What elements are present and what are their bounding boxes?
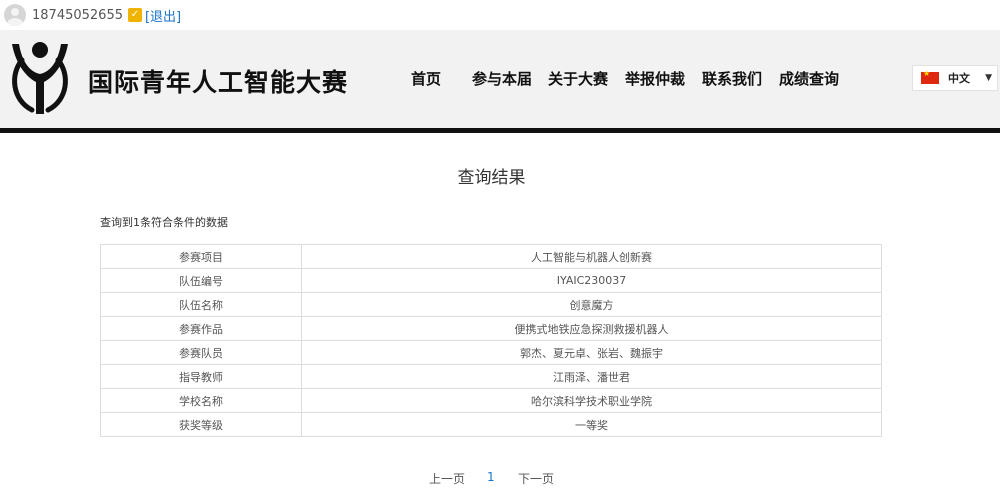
table-row: 参赛作品 便携式地铁应急探测救援机器人	[100, 316, 882, 341]
row-label: 队伍编号	[100, 268, 302, 293]
user-phone: 18745052655	[32, 7, 123, 23]
prev-page-link[interactable]: 上一页	[429, 470, 465, 487]
row-value: 江雨泽、潘世君	[301, 364, 882, 389]
language-select[interactable]: 中文 ▼	[912, 65, 998, 91]
china-flag-icon	[921, 69, 939, 84]
row-label: 参赛作品	[100, 316, 302, 341]
row-label: 学校名称	[100, 388, 302, 413]
nav-participate[interactable]: 参与本届	[472, 68, 532, 89]
nav-report[interactable]: 举报仲裁	[625, 68, 685, 89]
row-label: 参赛队员	[100, 340, 302, 365]
table-row: 队伍名称 创意魔方	[100, 292, 882, 317]
table-row: 队伍编号 IYAIC230037	[100, 268, 882, 293]
avatar-icon[interactable]	[4, 4, 26, 26]
row-value: 便携式地铁应急探测救援机器人	[301, 316, 882, 341]
site-title[interactable]: 国际青年人工智能大赛	[88, 63, 348, 99]
row-label: 参赛项目	[100, 244, 302, 269]
nav-about[interactable]: 关于大赛	[548, 68, 608, 89]
current-page[interactable]: 1	[487, 470, 495, 484]
row-label: 指导教师	[100, 364, 302, 389]
page-title: 查询结果	[457, 168, 526, 188]
nav-contact[interactable]: 联系我们	[702, 68, 762, 89]
table-row: 参赛队员 郭杰、夏元卓、张岩、魏振宇	[100, 340, 882, 365]
caret-down-icon: ▼	[985, 73, 992, 83]
nav-score-query[interactable]: 成绩查询	[779, 68, 839, 89]
next-page-link[interactable]: 下一页	[518, 470, 554, 487]
table-row: 指导教师 江雨泽、潘世君	[100, 364, 882, 389]
table-row: 获奖等级 一等奖	[100, 412, 882, 437]
result-table: 参赛项目 人工智能与机器人创新赛 队伍编号 IYAIC230037 队伍名称 创意魔方 参赛…	[100, 244, 882, 437]
table-row: 参赛项目 人工智能与机器人创新赛	[100, 244, 882, 269]
row-value: 郭杰、夏元卓、张岩、魏振宇	[301, 340, 882, 365]
table-row: 学校名称 哈尔滨科学技术职业学院	[100, 388, 882, 413]
row-value: 一等奖	[301, 412, 882, 437]
nav-home[interactable]: 首页	[411, 68, 441, 89]
row-label: 队伍名称	[100, 292, 302, 317]
row-value: 创意魔方	[301, 292, 882, 317]
header-divider	[0, 128, 1000, 133]
person-y-logo[interactable]	[6, 40, 74, 116]
language-label: 中文	[948, 72, 970, 85]
row-label: 获奖等级	[100, 412, 302, 437]
result-count: 查询到1条符合条件的数据	[100, 216, 228, 229]
logout-link[interactable]: [退出]	[145, 6, 181, 25]
verified-check-icon: ✓	[127, 8, 142, 22]
user-bar: 18745052655 ✓ [退出]	[0, 0, 1000, 30]
row-value: IYAIC230037	[301, 268, 882, 293]
row-value: 人工智能与机器人创新赛	[301, 244, 882, 269]
row-value: 哈尔滨科学技术职业学院	[301, 388, 882, 413]
